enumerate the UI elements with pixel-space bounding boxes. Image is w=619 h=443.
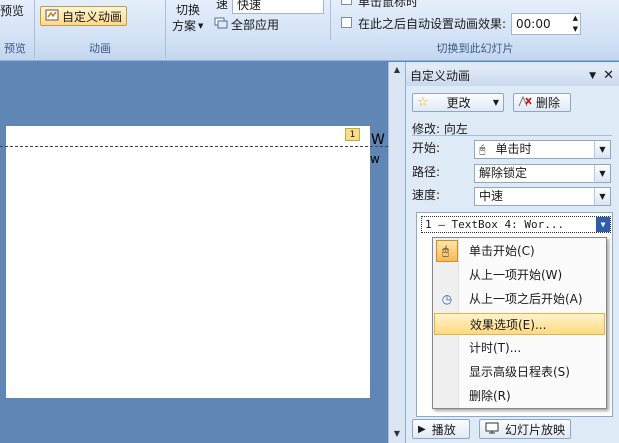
chevron-down-icon[interactable]: ▼ bbox=[596, 217, 610, 232]
spin-down-icon[interactable]: ▼ bbox=[573, 24, 578, 34]
menu-item-start-on-click[interactable]: 🖰 单击开始(C) bbox=[434, 240, 605, 262]
apply-all-label: 全部应用 bbox=[231, 18, 280, 32]
remove-effect-button[interactable]: 删除 bbox=[513, 93, 571, 112]
vertical-scrollbar[interactable]: ▲ ▼ bbox=[388, 62, 405, 443]
speed-label: 速 bbox=[216, 0, 229, 11]
on-click-label: 单击鼠标时 bbox=[358, 0, 419, 9]
pane-menu-icon[interactable]: ▼ bbox=[589, 66, 596, 86]
play-button[interactable]: ▶ 播放 bbox=[412, 419, 470, 439]
on-click-checkbox[interactable]: ✔ bbox=[341, 0, 352, 5]
auto-after-label: 在此之后自动设置动画效果: bbox=[358, 17, 507, 31]
divider bbox=[412, 135, 612, 136]
path-value: 解除锁定 bbox=[479, 166, 528, 180]
menu-item-label: 效果选项(E)... bbox=[470, 318, 547, 332]
chevron-down-icon[interactable]: ▼ bbox=[594, 141, 610, 158]
scroll-down-icon[interactable]: ▼ bbox=[389, 426, 405, 442]
group-separator bbox=[165, 0, 166, 58]
menu-item-label: 删除(R) bbox=[469, 389, 511, 403]
remove-label: 删除 bbox=[536, 96, 561, 110]
menu-item-label: 显示高级日程表(S) bbox=[469, 365, 570, 379]
scroll-up-icon[interactable]: ▲ bbox=[389, 62, 405, 78]
menu-item-remove[interactable]: 删除(R) bbox=[434, 385, 605, 407]
start-value: 单击时 bbox=[495, 142, 532, 156]
group-separator bbox=[330, 0, 331, 40]
transition-scheme-line1: 切换 bbox=[176, 3, 201, 17]
change-label: 更改 bbox=[446, 96, 471, 110]
chevron-down-icon: ▼ bbox=[198, 21, 204, 30]
start-label: 开始: bbox=[412, 141, 441, 155]
slideshow-button[interactable]: 幻灯片放映 bbox=[479, 419, 571, 439]
animation-group-label: 动画 bbox=[89, 42, 111, 55]
slideshow-icon bbox=[485, 422, 499, 437]
auto-after-time-value: 00:00 bbox=[516, 17, 551, 31]
clock-icon: ◷ bbox=[441, 292, 453, 306]
start-select[interactable]: 🖰 单击时 ▼ bbox=[474, 140, 611, 159]
custom-animation-icon bbox=[45, 8, 59, 25]
transition-speed-value: 快速 bbox=[237, 0, 262, 12]
ribbon: 预览 预览 自定义动画 动画 切换 方案 ▼ 速 快速 全部应用 ✔ 单击鼠标时… bbox=[0, 0, 619, 61]
auto-after-checkbox[interactable] bbox=[341, 17, 352, 28]
menu-item-timing[interactable]: 计时(T)... bbox=[434, 337, 605, 359]
star-icon: ☆ bbox=[417, 95, 429, 110]
play-icon: ▶ bbox=[418, 423, 426, 435]
pane-title: 自定义动画 bbox=[410, 69, 471, 83]
text-placeholder-border bbox=[0, 146, 388, 147]
menu-item-effect-options[interactable]: 效果选项(E)... bbox=[434, 313, 605, 335]
custom-animation-button[interactable]: 自定义动画 bbox=[40, 6, 128, 26]
context-menu: 🖰 单击开始(C) 从上一项开始(W) ◷ 从上一项之后开始(A) 效果选项(E… bbox=[432, 237, 607, 409]
menu-item-label: 从上一项之后开始(A) bbox=[469, 292, 583, 306]
slide-canvas[interactable] bbox=[6, 126, 370, 398]
mouse-icon: 🖰 bbox=[479, 143, 486, 156]
chevron-down-icon[interactable]: ▼ bbox=[594, 165, 610, 182]
transition-scheme-button[interactable]: 方案 ▼ bbox=[172, 17, 203, 34]
list-item-text: 1 — TextBox 4: Wor... bbox=[425, 218, 565, 231]
slide-text-fragment: w bbox=[370, 152, 380, 166]
custom-animation-label: 自定义动画 bbox=[62, 9, 123, 24]
check-icon: ✔ bbox=[343, 0, 351, 3]
spin-up-icon[interactable]: ▲ bbox=[573, 13, 578, 23]
chevron-down-icon: ▼ bbox=[492, 98, 499, 107]
speed-label: 速度: bbox=[412, 188, 441, 202]
pane-title-bar: 自定义动画 ▼ ✕ bbox=[406, 66, 619, 86]
transition-group-label: 切换到此幻灯片 bbox=[436, 42, 514, 55]
speed-value: 中速 bbox=[479, 189, 504, 203]
mouse-icon: 🖰 bbox=[436, 240, 458, 262]
transition-speed-select[interactable]: 快速 bbox=[232, 0, 324, 14]
auto-after-time-input[interactable]: 00:00 ▲ ▼ bbox=[511, 13, 581, 35]
speed-select[interactable]: 中速 ▼ bbox=[474, 187, 611, 206]
remove-effect-icon bbox=[518, 95, 532, 111]
menu-item-label: 单击开始(C) bbox=[469, 244, 535, 258]
menu-item-show-advanced-timeline[interactable]: 显示高级日程表(S) bbox=[434, 361, 605, 383]
change-effect-button[interactable]: ☆ 更改 ▼ bbox=[412, 93, 504, 112]
preview-group-label: 预览 bbox=[4, 42, 26, 55]
transition-scheme-line2: 方案 bbox=[172, 19, 197, 33]
list-item[interactable]: 1 — TextBox 4: Wor... ▼ bbox=[421, 216, 611, 233]
chevron-down-icon[interactable]: ▼ bbox=[594, 188, 610, 205]
preview-label-partial: 预览 bbox=[0, 4, 25, 18]
slide-text-fragment: W bbox=[371, 132, 385, 148]
group-separator bbox=[34, 0, 35, 58]
menu-item-with-previous[interactable]: 从上一项开始(W) bbox=[434, 264, 605, 286]
close-icon[interactable]: ✕ bbox=[603, 66, 614, 86]
animation-order-tag[interactable]: 1 bbox=[345, 128, 360, 141]
path-select[interactable]: 解除锁定 ▼ bbox=[474, 164, 611, 183]
apply-all-icon bbox=[214, 17, 228, 32]
play-label: 播放 bbox=[431, 422, 456, 437]
menu-item-after-previous[interactable]: ◷ 从上一项之后开始(A) bbox=[434, 288, 605, 310]
menu-item-label: 从上一项开始(W) bbox=[469, 268, 563, 282]
slideshow-label: 幻灯片放映 bbox=[505, 422, 566, 437]
apply-all-button[interactable]: 全部应用 bbox=[214, 16, 279, 33]
menu-item-label: 计时(T)... bbox=[469, 341, 522, 355]
path-label: 路径: bbox=[412, 165, 441, 179]
